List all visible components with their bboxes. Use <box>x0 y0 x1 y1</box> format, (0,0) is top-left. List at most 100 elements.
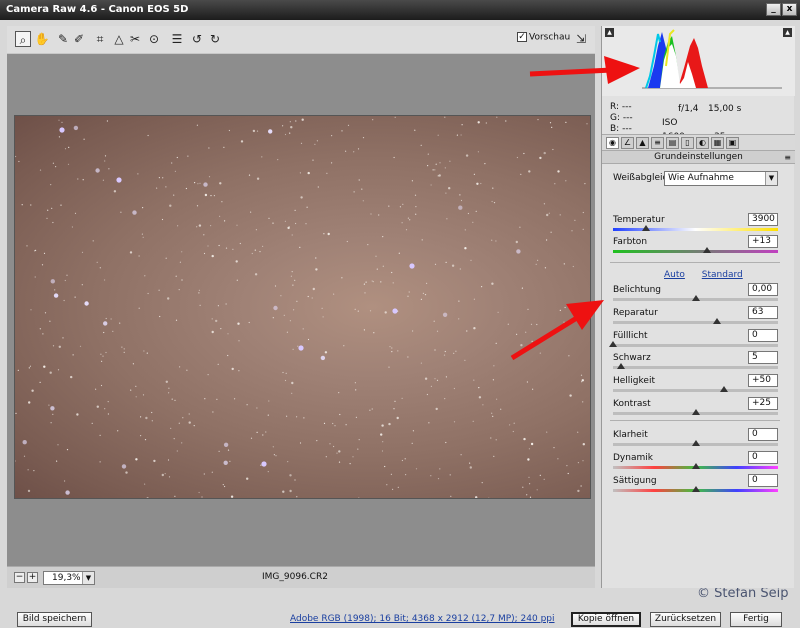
star <box>465 154 469 157</box>
star <box>512 430 514 433</box>
star <box>338 392 340 394</box>
slider-value-input[interactable]: 5 <box>748 351 778 364</box>
slider-thumb[interactable] <box>691 486 700 492</box>
tab-hsl[interactable]: ≡ <box>651 137 664 149</box>
auto-link[interactable]: Auto <box>664 270 685 280</box>
star <box>392 282 394 284</box>
slider-thumb[interactable] <box>691 295 700 301</box>
star <box>523 152 525 155</box>
slider-thumb[interactable] <box>703 247 712 253</box>
star <box>491 412 493 414</box>
zoom-icon[interactable]: ⌕ <box>15 31 31 47</box>
star <box>198 289 200 291</box>
star <box>446 218 448 220</box>
tab-lens[interactable]: ▯ <box>681 137 694 149</box>
slider-value-input[interactable]: +13 <box>748 235 778 248</box>
color-sampler-icon[interactable]: ✐ <box>71 31 87 47</box>
star <box>44 312 47 314</box>
star <box>436 330 439 332</box>
star <box>99 461 101 463</box>
hand-icon[interactable]: ✋ <box>34 31 50 47</box>
slider-thumb[interactable] <box>691 463 700 469</box>
done-button[interactable]: Fertig <box>730 612 782 627</box>
open-copy-button[interactable]: Kopie öffnen <box>571 612 641 627</box>
slider-thumb[interactable] <box>691 409 700 415</box>
preferences-icon[interactable]: ☰ <box>169 31 185 47</box>
star <box>422 292 424 294</box>
histogram-graph <box>642 29 782 89</box>
star <box>58 345 61 348</box>
star <box>493 202 496 204</box>
workflow-options-link[interactable]: Adobe RGB (1998); 16 Bit; 4368 x 2912 (1… <box>290 614 555 624</box>
save-image-button[interactable]: Bild speichern <box>17 612 92 627</box>
white-balance-select[interactable]: Wie Aufnahme ▼ <box>664 171 778 186</box>
minimize-button[interactable]: _ <box>766 3 781 16</box>
preview-checkbox[interactable]: ✓ Vorschau <box>517 32 570 43</box>
zoom-level-select[interactable]: 19,3% ▼ <box>43 571 95 585</box>
slider-thumb[interactable] <box>691 440 700 446</box>
section-title: Grundeinstellungen <box>654 152 743 162</box>
slider-thumb[interactable] <box>719 386 728 392</box>
slider-thumb[interactable] <box>642 225 650 231</box>
star <box>530 442 534 446</box>
panel-menu-icon[interactable]: ≡ <box>784 151 791 164</box>
star <box>546 239 548 241</box>
slider-value-input[interactable]: +25 <box>748 397 778 410</box>
slider-value-input[interactable]: 63 <box>748 306 778 319</box>
star <box>100 384 103 387</box>
star <box>516 249 521 254</box>
tab-split-toning[interactable]: ▤ <box>666 137 679 149</box>
star <box>250 437 253 439</box>
standard-link[interactable]: Standard <box>702 270 743 280</box>
straighten-icon[interactable]: △ <box>111 31 127 47</box>
slider-value-input[interactable]: 0,00 <box>748 283 778 296</box>
star <box>43 365 46 368</box>
star <box>164 473 166 475</box>
slider-track[interactable] <box>613 250 778 253</box>
rotate-left-icon[interactable]: ↺ <box>189 31 205 47</box>
rotate-right-icon[interactable]: ↻ <box>207 31 223 47</box>
star <box>430 385 432 387</box>
slider-value-input[interactable]: 0 <box>748 329 778 342</box>
star <box>435 163 437 165</box>
slider-thumb[interactable] <box>712 318 721 324</box>
slider-value-input[interactable]: +50 <box>748 374 778 387</box>
retouch-icon[interactable]: ✂ <box>127 31 143 47</box>
tab-tone-curve[interactable]: ∠ <box>621 137 634 149</box>
tab-detail[interactable]: ▲ <box>636 137 649 149</box>
slider-track[interactable] <box>613 321 778 324</box>
shadow-clipping-icon[interactable]: ▲ <box>605 28 614 37</box>
star <box>57 369 60 371</box>
highlight-clipping-icon[interactable]: ▲ <box>783 28 792 37</box>
white-balance-icon[interactable]: ✎ <box>55 31 71 47</box>
star <box>543 203 546 205</box>
slider-track[interactable] <box>613 344 778 347</box>
slider-track[interactable] <box>613 228 778 231</box>
star <box>420 362 422 364</box>
tab-snapshots[interactable]: ▣ <box>726 137 739 149</box>
crop-icon[interactable]: ⌗ <box>92 31 108 47</box>
star <box>135 458 138 461</box>
tab-camera-calibration[interactable]: ◐ <box>696 137 709 149</box>
slider-thumb[interactable] <box>609 341 617 347</box>
preview-canvas[interactable] <box>7 54 595 566</box>
fullscreen-icon[interactable]: ⇲ <box>573 31 589 47</box>
star <box>33 470 35 472</box>
red-eye-icon[interactable]: ⊙ <box>146 31 162 47</box>
slider-thumb[interactable] <box>617 363 626 369</box>
slider-value-input[interactable]: 3900 <box>748 213 778 226</box>
slider-value-input[interactable]: 0 <box>748 474 778 487</box>
star <box>23 455 26 457</box>
tab-presets[interactable]: ▦ <box>711 137 724 149</box>
star <box>434 263 437 265</box>
slider-track[interactable] <box>613 389 778 392</box>
slider-value-input[interactable]: 0 <box>748 451 778 464</box>
reset-button[interactable]: Zurücksetzen <box>650 612 721 627</box>
zoom-in-button[interactable]: + <box>27 572 38 583</box>
slider-track[interactable] <box>613 366 778 369</box>
star <box>371 280 373 282</box>
close-button[interactable]: x <box>782 3 797 16</box>
tab-basic[interactable]: ◉ <box>606 137 619 149</box>
slider-value-input[interactable]: 0 <box>748 428 778 441</box>
zoom-out-button[interactable]: − <box>14 572 25 583</box>
